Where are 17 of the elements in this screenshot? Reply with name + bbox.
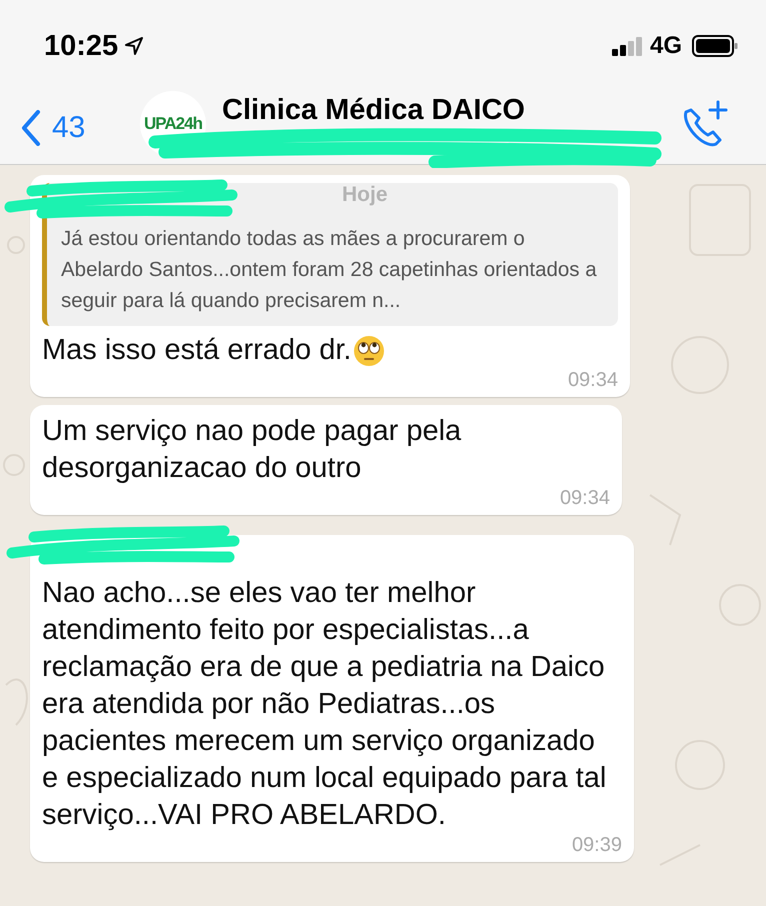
message-text: Um serviço nao pode pagar pela desorganizacao do outro — [42, 414, 462, 486]
date-label: Hoje — [342, 183, 388, 207]
status-time: 10:25 — [44, 30, 118, 62]
logo-text: UPA24h — [144, 114, 202, 134]
back-button[interactable]: 43 — [20, 110, 140, 146]
chat-title[interactable]: Clinica Médica DAICO — [222, 94, 525, 127]
message-time: 09:34 — [566, 369, 618, 391]
message-text: Mas isso está errado dr. — [42, 333, 352, 368]
quoted-text: Já estou orientando todas as mães a procurarem o Abelardo Santos...ontem foram 28 capetinhas orientados a seguir para lá quando precisarem n... — [61, 226, 598, 314]
message-time: 09:34 — [558, 487, 610, 509]
message-text: Nao acho...se eles vao ter melhor atendimento feito por especialistas...a reclamação era de que a pediatria na Daico era atendida por não Pediatras...os pacientes merecem um serviço organizado e especializado num local equipado para tal serviço...VAI PRO ABELARDO. — [42, 576, 608, 833]
chevron-left-icon — [20, 110, 42, 146]
message-time: 09:39 — [570, 834, 622, 856]
location-arrow-icon — [124, 36, 144, 56]
signal-icon — [612, 36, 644, 56]
battery-icon — [692, 35, 738, 57]
network-label: 4G — [650, 32, 682, 60]
